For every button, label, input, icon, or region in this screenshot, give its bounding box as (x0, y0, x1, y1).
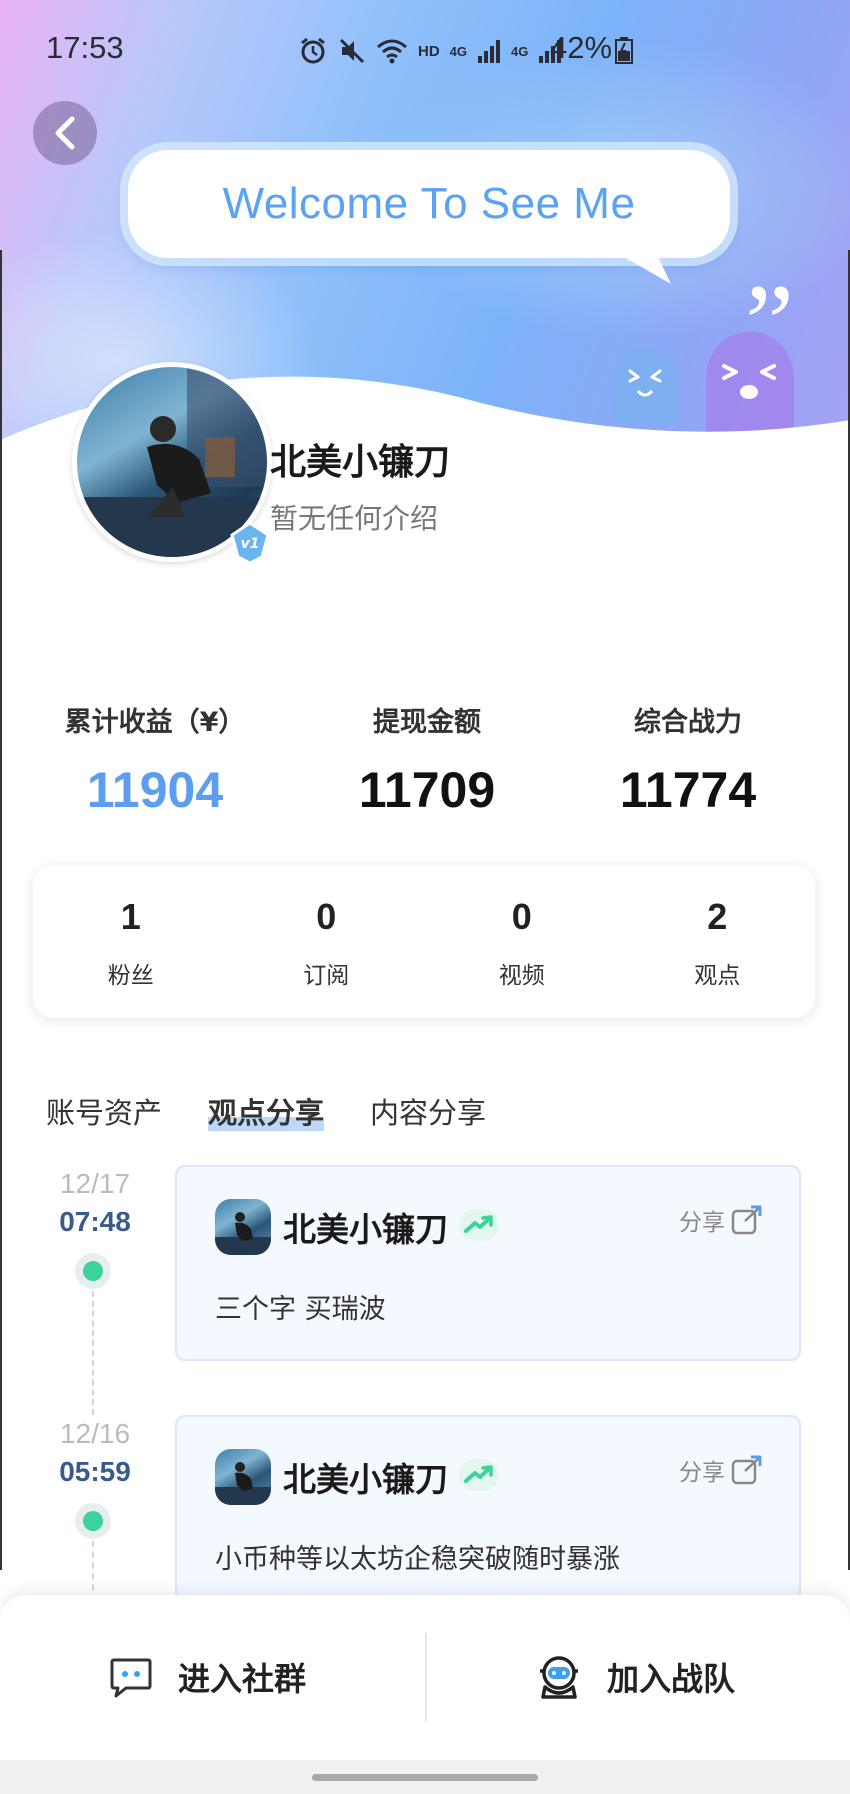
stat-label: 累计收益（¥） (64, 707, 246, 738)
wifi-icon (377, 39, 407, 64)
trend-badge (459, 1209, 499, 1241)
trend-badge (459, 1459, 499, 1491)
stat-value: 11774 (619, 762, 757, 818)
post-date: 12/17 (59, 1168, 131, 1199)
post-time: 05:59 (59, 1456, 131, 1487)
count-label: 粉丝 (107, 963, 154, 989)
vip-level-text: v1 (241, 536, 260, 552)
share-label: 分享 (679, 1460, 725, 1486)
count-number: 0 (316, 896, 337, 937)
share-button[interactable]: 分享 (679, 1453, 763, 1487)
trend-up-icon (464, 1465, 493, 1483)
profile-bio: 暂无任何介绍 (270, 502, 439, 535)
home-indicator[interactable] (312, 1774, 538, 1781)
stat-label: 提现金额 (373, 707, 481, 738)
mute-icon (339, 38, 365, 64)
post-content: 小币种等以太坊企稳突破随时暴涨 (215, 1544, 620, 1575)
timeline-date: 12/16 05:59 (40, 1418, 150, 1488)
alarm-icon (301, 37, 325, 64)
count-opinions[interactable]: 2 观点 (620, 866, 816, 1018)
stat-power: 综合战力 11774 (558, 700, 818, 819)
profile-tabs: 账号资产 观点分享 内容分享 (46, 1090, 486, 1132)
hd-indicator: HD (418, 42, 440, 60)
signal-icon (478, 40, 501, 63)
welcome-bubble: Welcome To See Me (128, 150, 730, 258)
post-time: 07:48 (59, 1206, 131, 1237)
timeline-line (92, 1291, 94, 1415)
counts-card: 1 粉丝 0 订阅 0 视频 2 观点 (33, 866, 815, 1018)
chat-icon (110, 1658, 152, 1698)
stat-total-earnings: 累计收益（¥） 11904 (25, 700, 285, 819)
tab-account-assets[interactable]: 账号资产 (46, 1090, 162, 1132)
status-icons: HD 4G 4G (298, 36, 562, 66)
avatar-image (215, 1462, 271, 1505)
bubble-tail (605, 246, 671, 284)
vip-level-badge-icon: v1 (230, 521, 270, 565)
join-team-label: 加入战队 (607, 1660, 736, 1698)
profile-name: 北美小镰刀 (270, 442, 451, 483)
count-subscriptions[interactable]: 0 订阅 (229, 866, 425, 1018)
post-date: 12/16 (59, 1418, 131, 1449)
battery-level: 42% (550, 30, 613, 65)
status-bar: 17:53 HD 4G 4G 42% (0, 30, 850, 74)
count-videos[interactable]: 0 视频 (424, 866, 620, 1018)
timeline-dot (75, 1253, 111, 1289)
battery-icon (615, 37, 633, 64)
stat-value: 11904 (86, 762, 224, 818)
post-author-avatar (215, 1199, 271, 1255)
count-label: 订阅 (303, 963, 350, 989)
tab-content-share[interactable]: 内容分享 (370, 1090, 486, 1132)
timeline-dot (75, 1503, 111, 1539)
post-author-name: 北美小镰刀 (283, 1460, 448, 1499)
stat-withdrawn: 提现金额 11709 (297, 700, 557, 819)
timeline-date: 12/17 07:48 (40, 1168, 150, 1238)
bottom-action-bar: 进入社群 加入战队 (0, 1595, 850, 1760)
join-team-button[interactable]: 加入战队 (535, 1647, 735, 1707)
back-button[interactable] (33, 101, 97, 165)
post-content: 三个字 买瑞波 (215, 1294, 386, 1325)
count-label: 视频 (498, 963, 545, 989)
stat-value: 11709 (358, 762, 496, 818)
enter-community-label: 进入社群 (178, 1660, 307, 1698)
avatar-image (215, 1212, 271, 1255)
trend-up-icon (464, 1215, 493, 1233)
share-button[interactable]: 分享 (679, 1203, 763, 1237)
status-time: 17:53 (46, 30, 124, 65)
share-icon (731, 1205, 762, 1235)
post-card[interactable]: 北美小镰刀 分享 三个字 买瑞波 (175, 1165, 801, 1361)
timeline-line (92, 1541, 94, 1601)
count-label: 观点 (694, 963, 741, 989)
stat-label: 综合战力 (634, 707, 742, 738)
page-edge (0, 250, 2, 1570)
count-number: 2 (707, 896, 728, 937)
post-author-name: 北美小镰刀 (283, 1210, 448, 1249)
welcome-text: Welcome To See Me (222, 179, 636, 228)
count-number: 0 (511, 896, 532, 937)
network-type: 4G (449, 43, 468, 59)
post-card[interactable]: 北美小镰刀 分享 小币种等以太坊企稳突破随时暴涨 (175, 1415, 801, 1619)
tab-opinion-share[interactable]: 观点分享 (208, 1090, 325, 1132)
chevron-left-icon (55, 116, 75, 150)
count-number: 1 (120, 896, 141, 937)
share-icon (731, 1455, 762, 1485)
network-type: 4G (511, 43, 529, 59)
bar-divider (425, 1633, 427, 1721)
enter-community-button[interactable]: 进入社群 (108, 1647, 306, 1707)
share-label: 分享 (679, 1210, 725, 1236)
count-followers[interactable]: 1 粉丝 (33, 866, 229, 1018)
team-robot-icon (540, 1656, 578, 1699)
post-author-avatar (215, 1449, 271, 1505)
